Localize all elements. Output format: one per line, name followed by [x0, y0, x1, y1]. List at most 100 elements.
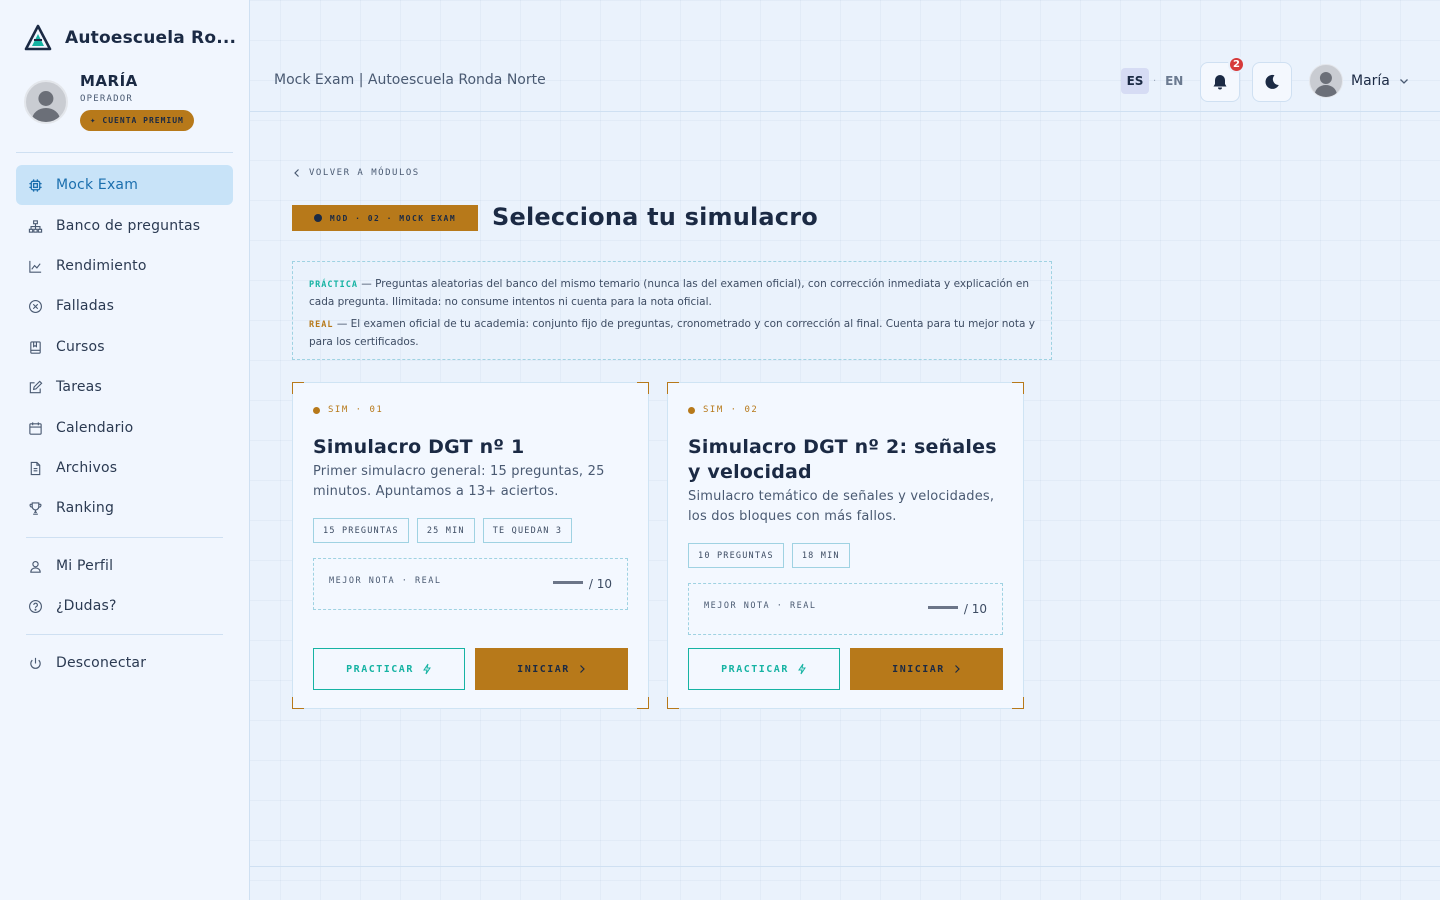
nav-label: ¿Dudas?	[56, 598, 117, 614]
best-score-value: / 10	[927, 602, 987, 616]
edit-icon	[26, 378, 44, 396]
nav-label: Archivos	[56, 460, 118, 476]
practice-button[interactable]: PRACTICAR	[313, 648, 465, 690]
sim-tag: SIM · 02	[688, 405, 758, 415]
lang-separator: ·	[1153, 75, 1157, 87]
user-block: MARÍA OPERADOR ✦ CUENTA PREMIUM	[24, 72, 194, 131]
chip-list: 10 PREGUNTAS 18 MIN	[688, 543, 858, 568]
empty-score-dash	[927, 605, 958, 609]
start-button-label: INICIAR	[517, 663, 570, 675]
nav-item-rendimiento[interactable]: Rendimiento	[16, 246, 233, 286]
chip-list: 15 PREGUNTAS 25 MIN TE QUEDAN 3	[313, 518, 580, 543]
start-button[interactable]: INICIAR	[850, 648, 1003, 690]
file-icon	[26, 459, 44, 477]
lightning-icon	[422, 663, 432, 675]
nav-label: Calendario	[56, 420, 134, 436]
chevron-left-icon	[294, 169, 299, 177]
card-title: Simulacro DGT nº 2: señales y velocidad	[688, 436, 997, 483]
practice-label: PRÁCTICA	[309, 280, 358, 290]
nav-item-calendario[interactable]: Calendario	[16, 408, 233, 448]
chip-questions: 10 PREGUNTAS	[688, 543, 784, 568]
brand[interactable]: Autoescuela Ro...	[24, 24, 236, 52]
nav-item-dudas[interactable]: ¿Dudas?	[16, 586, 233, 626]
dot-icon	[688, 406, 695, 414]
sim-tag-label: SIM · 02	[703, 405, 759, 415]
chip-duration: 25 MIN	[416, 518, 475, 543]
module-tag-label: MOD · 02 · MOCK EXAM	[329, 213, 457, 223]
real-text: — El examen oficial de tu academia: conj…	[309, 318, 1035, 348]
brand-name: Autoescuela Ro...	[65, 28, 237, 48]
notifications-button[interactable]: 2	[1200, 56, 1245, 102]
real-label: REAL	[309, 320, 334, 330]
nav-label: Falladas	[56, 298, 115, 314]
card-actions: PRACTICAR INICIAR	[688, 648, 1003, 690]
nav-item-cursos[interactable]: Cursos	[16, 327, 233, 367]
card-description: Simulacro temático de señales y velocida…	[688, 489, 995, 524]
user-menu-name: María	[1351, 73, 1390, 89]
start-button[interactable]: INICIAR	[475, 648, 628, 690]
nav-label: Mi Perfil	[56, 558, 114, 574]
premium-badge-label: CUENTA PREMIUM	[102, 116, 184, 125]
book-icon	[26, 338, 44, 356]
start-button-label: INICIAR	[892, 663, 945, 675]
power-icon	[26, 654, 44, 672]
nav-item-mock-exam[interactable]: Mock Exam	[16, 165, 233, 205]
nav-item-falladas[interactable]: Falladas	[16, 286, 233, 326]
hierarchy-icon	[26, 217, 44, 235]
x-circle-icon	[26, 297, 44, 315]
language-switcher: ES · EN	[1121, 68, 1188, 94]
nav-item-archivos[interactable]: Archivos	[16, 448, 233, 488]
nav-label: Banco de preguntas	[56, 218, 201, 234]
nav-item-desconectar[interactable]: Desconectar	[16, 643, 233, 683]
nav-label: Rendimiento	[56, 258, 147, 274]
chevron-down-icon	[1399, 79, 1408, 84]
chevron-right-icon	[953, 664, 961, 674]
avatar	[24, 80, 68, 124]
card-description: Primer simulacro general: 15 preguntas, …	[313, 464, 605, 499]
dot-icon	[313, 214, 322, 222]
card-actions: PRACTICAR INICIAR	[313, 648, 628, 690]
module-tag: MOD · 02 · MOCK EXAM	[292, 205, 478, 231]
lang-es-button[interactable]: ES	[1121, 68, 1149, 94]
real-info: REAL — El examen oficial de tu academia:…	[309, 316, 1035, 351]
premium-badge: ✦ CUENTA PREMIUM	[80, 110, 194, 131]
card-title-block: Simulacro DGT nº 2: señales y velocidad …	[688, 435, 1008, 527]
practice-button-label: PRACTICAR	[721, 663, 789, 675]
page-heading: Mock Exam | Autoescuela Ronda Norte	[274, 72, 546, 88]
chart-line-icon	[26, 257, 44, 275]
best-score-label: MEJOR NOTA · REAL	[329, 576, 442, 586]
divider	[16, 152, 233, 153]
sparkle-icon: ✦	[90, 115, 97, 126]
score-max: / 10	[588, 577, 612, 591]
nav-label: Ranking	[56, 500, 115, 516]
back-to-modules-link[interactable]: VOLVER A MÓDULOS	[293, 168, 420, 178]
chip-questions: 15 PREGUNTAS	[313, 518, 409, 543]
nav-item-tareas[interactable]: Tareas	[16, 367, 233, 407]
dark-mode-toggle[interactable]	[1252, 62, 1292, 102]
cpu-icon	[26, 176, 44, 194]
chip-duration: 18 MIN	[791, 543, 850, 568]
user-menu[interactable]: María	[1309, 64, 1410, 98]
practice-button-label: PRACTICAR	[346, 663, 414, 675]
best-score-value: / 10	[552, 577, 612, 591]
user-role: OPERADOR	[80, 94, 133, 104]
divider	[26, 537, 223, 538]
trophy-icon	[26, 499, 44, 517]
best-score-box: MEJOR NOTA · REAL / 10	[688, 583, 1003, 635]
sim-tag: SIM · 01	[313, 405, 383, 415]
practice-button[interactable]: PRACTICAR	[688, 648, 840, 690]
brand-logo-icon	[24, 24, 52, 51]
nav-item-ranking[interactable]: Ranking	[16, 488, 233, 528]
best-score-box: MEJOR NOTA · REAL / 10	[313, 558, 628, 610]
nav-item-banco-de-preguntas[interactable]: Banco de preguntas	[16, 206, 233, 246]
user-name: MARÍA	[80, 72, 138, 90]
nav-item-mi-perfil[interactable]: Mi Perfil	[16, 546, 233, 586]
chip-attempts-left: TE QUEDAN 3	[482, 518, 573, 543]
sim-tag-label: SIM · 01	[328, 405, 384, 415]
chevron-right-icon	[578, 664, 586, 674]
score-max: / 10	[963, 602, 987, 616]
footer-divider	[250, 866, 1440, 867]
lang-en-button[interactable]: EN	[1160, 68, 1188, 94]
card-title: Simulacro DGT nº 1	[313, 436, 525, 458]
back-link-label: VOLVER A MÓDULOS	[309, 168, 420, 178]
